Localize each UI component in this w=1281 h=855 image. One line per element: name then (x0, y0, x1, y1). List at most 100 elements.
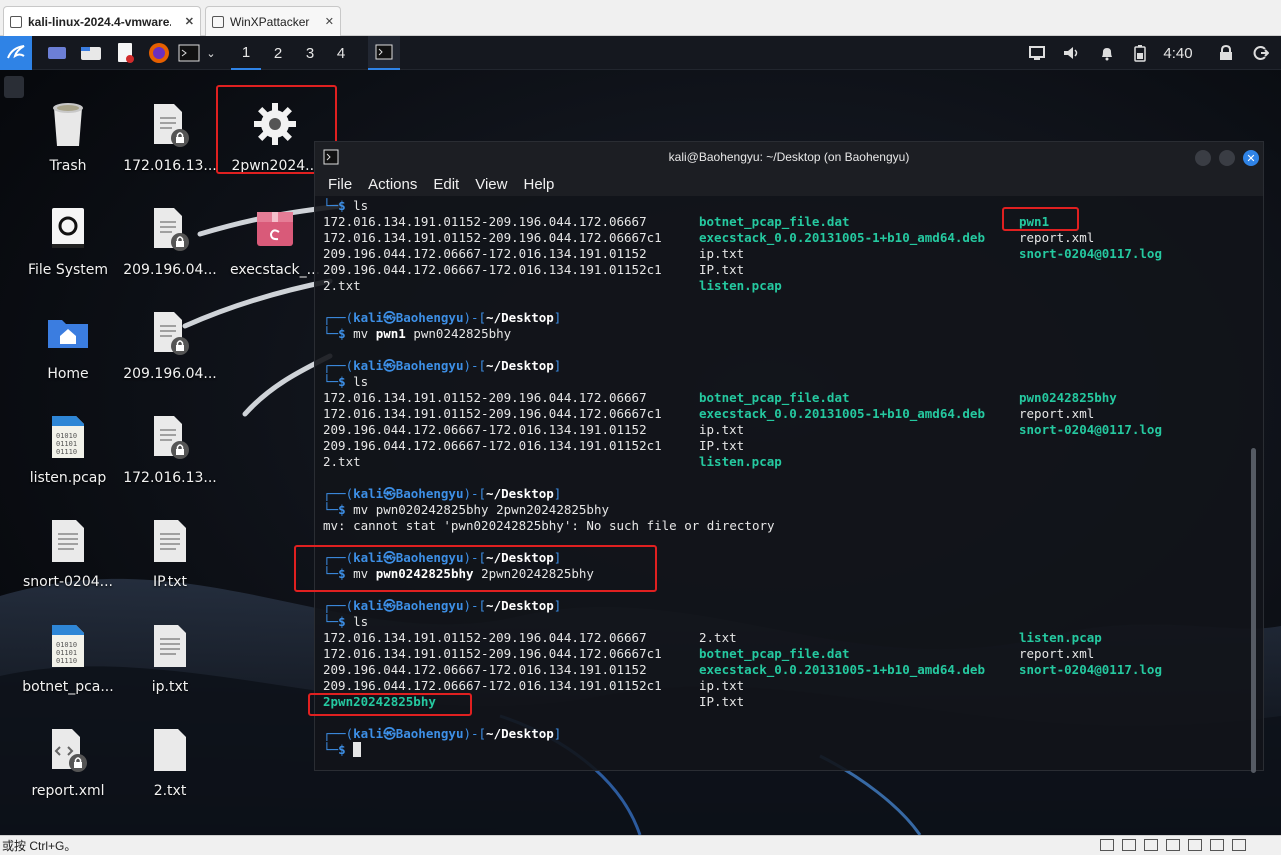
vm-tab-winxp[interactable]: WinXPattacker ✕ (205, 6, 341, 36)
firefox-icon[interactable] (146, 36, 172, 70)
ls-entry: snort-0204@0117.log (1019, 422, 1162, 437)
desktop-icon-2-txt[interactable]: 2.txt (117, 717, 223, 799)
text-editor-icon[interactable] (112, 36, 138, 70)
chevron-down-icon[interactable]: ⌄ (202, 36, 220, 70)
terminal-window[interactable]: kali@Baohengyu: ~/Desktop (on Baohengyu)… (314, 141, 1264, 773)
workspace-4[interactable]: 4 (326, 36, 356, 70)
command-arg: pwn0242825bhy (375, 566, 474, 581)
prompt-dollar: $ (338, 566, 346, 581)
ls-entry: 172.016.134.191.01152-209.196.044.172.06… (323, 406, 662, 421)
cd-icon[interactable] (1122, 839, 1136, 851)
prompt-user: kali (353, 550, 384, 565)
desktop-icon-snort-log[interactable]: snort-0204... (15, 508, 121, 590)
prompt-at: ㉿ (383, 598, 396, 613)
menu-file[interactable]: File (328, 176, 352, 193)
kali-dragon-icon (7, 45, 25, 59)
prompt-decoration: ┌──( (323, 358, 354, 373)
display-icon[interactable] (1232, 839, 1246, 851)
vm-tab-kali[interactable]: kali-linux-2024.4-vmware... ✕ (3, 6, 201, 36)
ls-entry: 172.016.134.191.01152-209.196.044.172.06… (323, 646, 662, 661)
home-folder-icon (48, 320, 88, 348)
ls-entry: 172.016.134.191.01152-209.196.044.172.06… (323, 630, 647, 645)
terminal-output[interactable]: └─$ ls 172.016.134.191.01152-209.196.044.… (323, 198, 1243, 768)
show-desktop-icon[interactable] (44, 36, 70, 70)
desktop-icon-label: listen.pcap (29, 470, 107, 486)
terminal-launcher-icon[interactable] (177, 36, 201, 70)
workspace-3[interactable]: 3 (295, 36, 325, 70)
maximize-button[interactable] (1219, 150, 1235, 166)
lock-screen-icon[interactable] (1213, 36, 1239, 70)
menu-help[interactable]: Help (523, 176, 554, 193)
desktop-icon-ip-txt[interactable]: ip.txt (117, 613, 223, 695)
prompt-decoration: └─ (323, 374, 339, 389)
desktop-icon-file[interactable]: 172.016.13... (117, 92, 223, 174)
minimize-button[interactable] (1195, 150, 1211, 166)
menu-actions[interactable]: Actions (368, 176, 417, 193)
text-file-icon (154, 729, 186, 771)
prompt-decoration: ┌──( (323, 486, 354, 501)
prompt-decoration: └─ (323, 566, 339, 581)
desktop-icon-trash[interactable]: Trash (15, 92, 121, 174)
separator (346, 502, 354, 517)
menu-edit[interactable]: Edit (433, 176, 459, 193)
prompt-user: kali (353, 358, 384, 373)
desktop-icon-file[interactable]: 209.196.04... (117, 300, 223, 382)
text-file-icon (154, 625, 186, 667)
locked-text-file-icon (154, 208, 189, 251)
command-text: mv (353, 566, 376, 581)
workspace-1[interactable]: 1 (231, 36, 261, 70)
binary-file-icon: 010100110101110 (52, 416, 84, 458)
desktop-icon-botnet-pcap[interactable]: 01010 01101 01110 botnet_pca... (15, 613, 121, 695)
kali-menu-button[interactable] (0, 36, 32, 70)
desktop-icon-listen-pcap[interactable]: 01010 01101 01110 listen.pcap (15, 404, 121, 486)
locked-text-file-icon (154, 104, 189, 147)
logout-icon[interactable] (1248, 36, 1274, 70)
notification-bell-icon[interactable] (1094, 36, 1120, 70)
printer-icon[interactable] (1210, 839, 1224, 851)
prompt-line: ┌──(kali㉿Baohengyu)-[~/Desktop] (323, 358, 561, 374)
separator (346, 566, 354, 581)
prompt-host: Baohengyu (395, 726, 464, 741)
desktop-icon-IP-txt[interactable]: IP.txt (117, 508, 223, 590)
volume-icon[interactable] (1059, 36, 1085, 70)
prompt-path: ~/Desktop (486, 598, 554, 613)
desktop-icon-label: 2.txt (153, 783, 187, 799)
network-icon[interactable] (1024, 36, 1050, 70)
ls-entry: snort-0204@0117.log (1019, 246, 1162, 261)
hdd-icon[interactable] (1100, 839, 1114, 851)
prompt-decoration: ] (553, 550, 562, 565)
terminal-scrollbar[interactable] (1251, 448, 1256, 773)
desktop-icon-label: snort-0204... (22, 574, 113, 590)
desktop-icon-file[interactable]: 209.196.04... (117, 196, 223, 278)
taskbar-terminal-button[interactable] (368, 36, 400, 70)
terminal-app-icon (323, 149, 339, 168)
close-icon[interactable]: ✕ (177, 15, 194, 28)
prompt-decoration: )-[ (463, 726, 487, 741)
workspace-2[interactable]: 2 (263, 36, 293, 70)
ls-entry: pwn0242825bhy (1019, 390, 1117, 405)
desktop-icon-file[interactable]: 172.016.13... (117, 404, 223, 486)
ls-entry: IP.txt (699, 262, 745, 277)
desktop-icon-2pwn[interactable]: 2pwn2024... (222, 92, 328, 174)
terminal-titlebar[interactable]: kali@Baohengyu: ~/Desktop (on Baohengyu)… (315, 142, 1263, 172)
panel-clock[interactable]: 4:40 (1158, 36, 1198, 70)
ls-entry: listen.pcap (699, 454, 782, 469)
network-adapter-icon[interactable] (1144, 839, 1158, 851)
desktop-icon-report-xml[interactable]: report.xml (15, 717, 121, 799)
error-line: mv: cannot stat 'pwn020242825bhy': No su… (323, 518, 775, 534)
close-button[interactable]: ✕ (1243, 150, 1259, 166)
file-manager-icon[interactable] (78, 36, 104, 70)
menu-view[interactable]: View (475, 176, 507, 193)
battery-icon[interactable] (1128, 36, 1152, 70)
desktop-icon-execstack[interactable]: execstack_... (222, 196, 328, 278)
command-text: ls (353, 198, 369, 213)
svg-text:01010: 01010 (56, 432, 77, 440)
desktop-icon-home[interactable]: Home (15, 300, 121, 382)
usb-icon[interactable] (1188, 839, 1202, 851)
prompt-decoration: └─ (323, 742, 339, 757)
command-line: └─$ ls (323, 198, 368, 214)
desktop-icon-label: 2pwn2024... (231, 158, 319, 174)
close-icon[interactable]: ✕ (317, 15, 334, 28)
sound-icon[interactable] (1166, 839, 1180, 851)
desktop-icon-filesystem[interactable]: File System (15, 196, 121, 278)
